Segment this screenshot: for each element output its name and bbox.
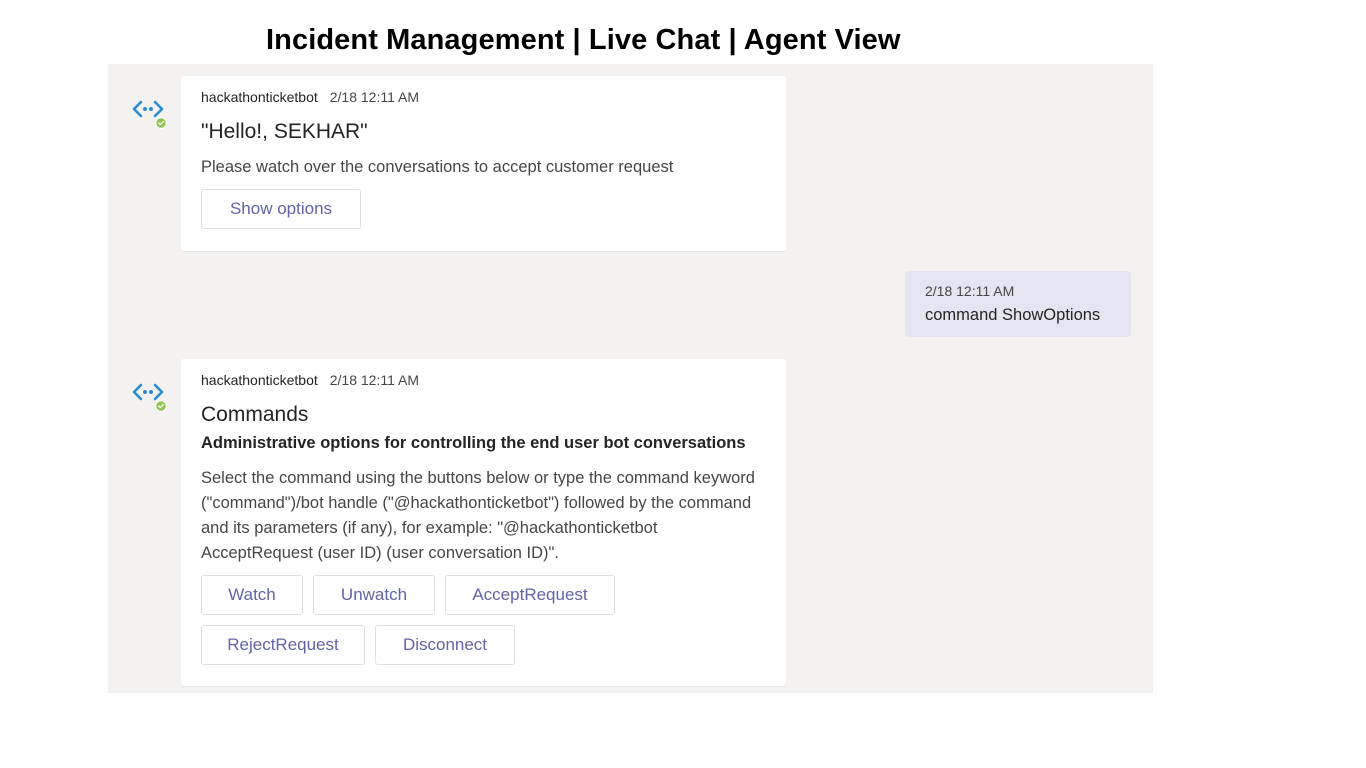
card-heading: "Hello!, SEKHAR"	[201, 120, 368, 143]
accept-request-button[interactable]: AcceptRequest	[445, 575, 615, 615]
bot-avatar[interactable]	[132, 376, 168, 412]
sender-name: hackathonticketbot	[201, 89, 318, 105]
message-meta: hackathonticketbot 2/18 12:11 AM	[201, 87, 766, 107]
page-title: Incident Management | Live Chat | Agent …	[266, 24, 901, 56]
reject-request-button[interactable]: RejectRequest	[201, 625, 365, 665]
user-message-text: command ShowOptions	[925, 306, 1101, 324]
unwatch-button[interactable]: Unwatch	[313, 575, 435, 615]
card-text: Select the command using the buttons bel…	[201, 469, 755, 562]
bot-avatar[interactable]	[132, 93, 168, 129]
bot-icon	[132, 100, 167, 129]
card-subheading: Administrative options for controlling t…	[201, 434, 746, 452]
disconnect-button[interactable]: Disconnect	[375, 625, 515, 665]
watch-button[interactable]: Watch	[201, 575, 303, 615]
button-row: Show options	[201, 189, 766, 229]
sender-name: hackathonticketbot	[201, 372, 318, 388]
card-heading: Commands	[201, 403, 309, 426]
show-options-button[interactable]: Show options	[201, 189, 361, 229]
message-meta: hackathonticketbot 2/18 12:11 AM	[201, 370, 766, 390]
message-time: 2/18 12:11 AM	[329, 372, 419, 388]
user-message: 2/18 12:11 AM command ShowOptions	[905, 271, 1131, 337]
chat-pane: hackathonticketbot 2/18 12:11 AM "Hello!,…	[108, 64, 1153, 693]
bot-message-card: hackathonticketbot 2/18 12:11 AM Commands…	[181, 359, 786, 686]
message-time: 2/18 12:11 AM	[329, 89, 419, 105]
bot-icon	[132, 383, 167, 412]
message-time: 2/18 12:11 AM	[925, 283, 1015, 299]
button-row: RejectRequest Disconnect	[201, 625, 766, 665]
button-row: Watch Unwatch AcceptRequest	[201, 575, 766, 615]
card-text: Please watch over the conversations to a…	[201, 158, 674, 176]
bot-message-card: hackathonticketbot 2/18 12:11 AM "Hello!,…	[181, 76, 786, 251]
